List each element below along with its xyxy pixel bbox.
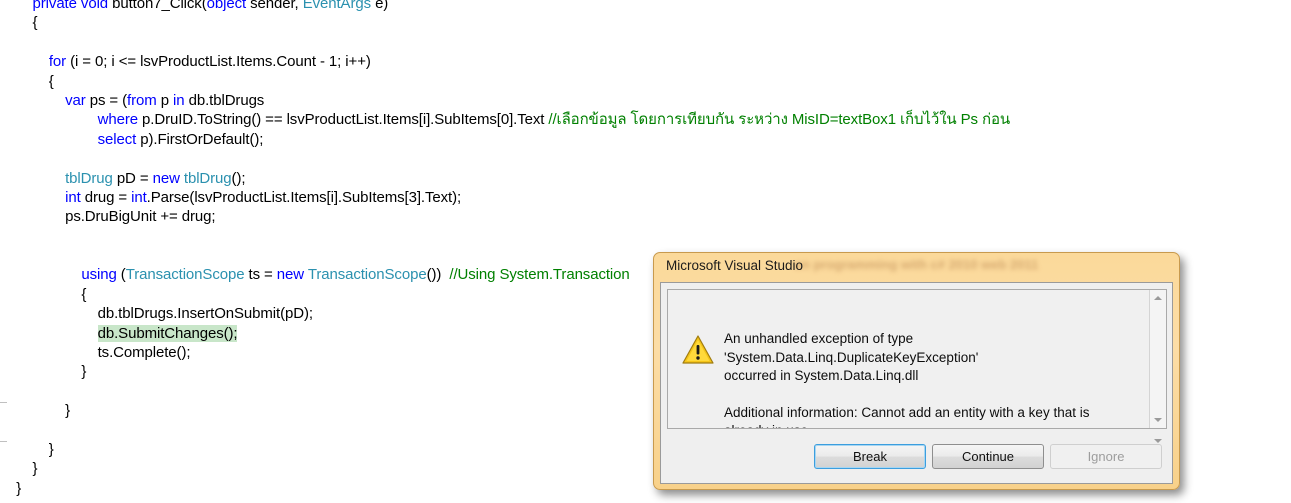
dialog-body: An unhandled exception of type 'System.D… [660, 282, 1173, 484]
scroll-up-arrow-icon[interactable] [1150, 290, 1166, 306]
code-line: where p.DruID.ToString() == lsvProductLi… [97, 111, 1011, 129]
exception-dialog[interactable]: on programming with c# 2010 web 2011 Mic… [653, 252, 1180, 490]
code-line: { [0, 72, 54, 90]
dialog-title: Microsoft Visual Studio [666, 258, 804, 273]
message-line-1: An unhandled exception of type 'System.D… [724, 331, 979, 365]
dialog-button-row: Break Continue Ignore [661, 444, 1172, 469]
message-scrollbar[interactable] [1149, 290, 1166, 428]
code-line: ps.DruBigUnit += drug; [0, 208, 216, 226]
message-line-3: Additional information: Cannot add an en… [724, 404, 1090, 429]
ignore-button: Ignore [1050, 444, 1162, 469]
code-line: for (i = 0; i <= lsvProductList.Items.Co… [48, 53, 371, 71]
code-line: int drug = int.Parse(lsvProductList.Item… [65, 188, 462, 206]
message-pane: An unhandled exception of type 'System.D… [667, 289, 1167, 429]
code-line: select p).FirstOrDefault(); [97, 130, 264, 148]
code-line: { [0, 14, 38, 32]
code-line: var ps = (from p in db.tblDrugs [65, 91, 265, 109]
scroll-down-arrow-icon[interactable] [1150, 412, 1166, 428]
message-line-2: occurred in System.Data.Linq.dll [724, 368, 919, 383]
dialog-title-bar[interactable]: on programming with c# 2010 web 2011 Mic… [654, 253, 1179, 278]
break-button[interactable]: Break [814, 444, 926, 469]
message-text-block: An unhandled exception of type 'System.D… [724, 330, 1134, 429]
warning-triangle-icon [682, 335, 714, 364]
code-line: tblDrug pD = new tblDrug(); [65, 169, 246, 187]
code-line: private void button7_Click(object sender… [32, 0, 389, 12]
continue-button[interactable]: Continue [932, 444, 1044, 469]
